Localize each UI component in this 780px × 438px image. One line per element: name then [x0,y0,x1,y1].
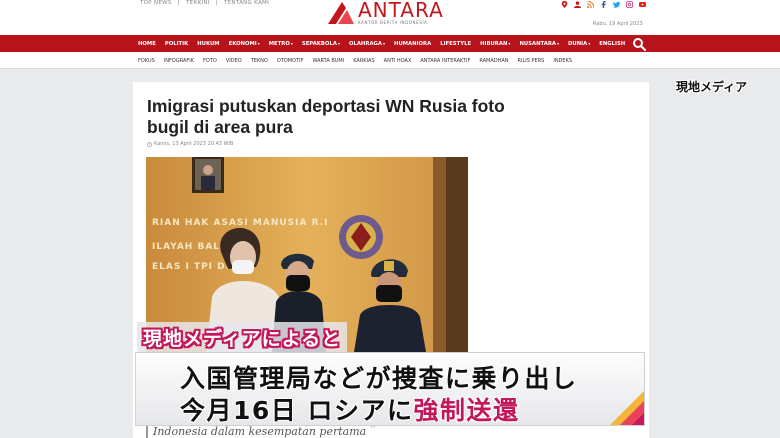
nav-item-olahraga[interactable]: OLAHRAGA▾ [349,41,385,47]
twitter-icon[interactable] [613,1,620,8]
caption-line-2: 今月16日 ロシアに強制送還 [180,391,520,427]
photo-sign-text-1: RIAN HAK ASASI MANUSIA R.I [152,218,328,228]
chevron-down-icon: ▾ [290,40,293,46]
nav-item-label: HUKUM [197,40,220,47]
top-link-terkini[interactable]: TERKINI [186,0,210,6]
nav-item-english[interactable]: ENGLISH [599,41,625,47]
nav-item-label: OLAHRAGA [348,40,382,47]
nav-item-hukum[interactable]: HUKUM [197,41,219,47]
nav-item-label: METRO [268,40,290,47]
nav-item-humaniora[interactable]: HUMANIORA [394,41,431,47]
logo-wordmark: ANTARA [358,0,444,22]
nav-item-label: DUNIA [568,40,588,47]
subnav-item-otomotif[interactable]: OTOMOTIF [277,58,304,64]
subnav-item-antara-interaktif[interactable]: ANTARA INTERAKTIF [420,58,470,64]
social-links [561,1,646,8]
photo-sign-text-2: ILAYAH BALI [152,242,224,252]
instagram-icon[interactable] [626,1,633,8]
caption-line-2-accent: 強制送還 [413,396,520,425]
subnav-item-karkias[interactable]: KARKIAS [353,58,374,64]
caption-source-text: 現地メディアによると [143,327,342,350]
nav-item-metro[interactable]: METRO▾ [269,41,293,47]
top-link-separator: | [177,0,180,6]
subnav-item-infografik[interactable]: INFOGRAFIK [164,58,194,64]
subnav-item-video[interactable]: VIDEO [226,58,242,64]
subnav-item-anti-hoax[interactable]: ANTI HOAX [384,58,412,64]
caption-source: 現地メディアによると [137,322,348,352]
chevron-down-icon: ▾ [508,40,511,46]
chevron-down-icon: ▾ [337,40,340,46]
chevron-down-icon: ▾ [383,40,386,46]
subnav-item-foto[interactable]: FOTO [203,58,217,64]
nav-item-label: HOME [138,40,156,47]
caption-line-1: 入国管理局などが捜査に乗り出し [180,364,578,393]
caption-line-2-prefix: 今月16日 ロシアに [180,396,414,425]
chevron-down-icon: ▾ [557,40,560,46]
nav-item-label: SEPAKBOLA [301,40,337,47]
main-nav: HOME POLITIK HUKUM EKONOMI▾ METRO▾ SEPAKBOLA▾… [0,35,780,52]
nav-item-hiburan[interactable]: HIBURAN▾ [480,41,510,47]
subnav-item-rilis-pers[interactable]: RILIS PERS [518,58,545,64]
subnav-item-tekno[interactable]: TEKNO [251,58,268,64]
photo-sign-text-3: ELAS I TPI DE [152,262,233,272]
nav-item-label: HIBURAN [480,40,508,47]
nav-item-lifestyle[interactable]: LIFESTYLE [440,41,471,47]
caption-main: 入国管理局などが捜査に乗り出し 今月16日 ロシアに強制送還 [135,352,645,426]
chevron-down-icon: ▾ [588,40,591,46]
nav-item-label: EKONOMI [228,40,257,47]
nav-item-label: ENGLISH [599,40,626,47]
chevron-down-icon: ▾ [257,40,260,46]
top-links: TOP NEWS | TERKINI | TENTANG KAMI [140,0,273,6]
antara-logo-mark-icon [328,2,354,24]
clock-icon [147,141,152,147]
user-icon[interactable] [574,1,581,8]
antara-logo[interactable]: ANTARA KANTOR BERITA INDONESIA [326,0,444,30]
nav-item-sepakbola[interactable]: SEPAKBOLA▾ [302,41,340,47]
subnav-item-ramadhan[interactable]: RAMADHAN [479,58,508,64]
sub-nav: FOKUS INFOGRAFIK FOTO VIDEO TEKNO OTOMOTIF WAR… [0,52,780,69]
caption-corner-decoration-icon [610,391,644,425]
top-link-news[interactable]: TOP NEWS [140,0,172,6]
nav-item-label: NUSANTARA [519,40,556,47]
subnav-item-warta-bumi[interactable]: WARTA BUMI [312,58,344,64]
facebook-icon[interactable] [600,1,607,8]
location-icon[interactable] [561,1,568,8]
subnav-item-indeks[interactable]: INDEKS [553,58,572,64]
search-icon[interactable] [632,37,646,51]
top-link-about[interactable]: TENTANG KAMI [224,0,269,6]
article-byline: Kamis, 13 April 2023 20:43 WIB [147,141,233,147]
nav-item-dunia[interactable]: DUNIA▾ [568,41,590,47]
subnav-item-fokus[interactable]: FOKUS [138,58,155,64]
nav-item-label: HUMANIORA [394,40,432,47]
nav-item-nusantara[interactable]: NUSANTARA▾ [519,41,559,47]
broadcaster-watermark: 現地メディア [676,80,748,94]
rss-icon[interactable] [587,1,594,8]
main-nav-items: HOME POLITIK HUKUM EKONOMI▾ METRO▾ SEPAKBOLA▾… [138,35,634,52]
nav-item-ekonomi[interactable]: EKONOMI▾ [229,41,260,47]
current-date: Rabu, 19 April 2023 [593,21,643,27]
article-headline: Imigrasi putuskan deportasi WN Rusia fot… [147,96,505,137]
nav-item-politik[interactable]: POLITIK [165,41,188,47]
nav-item-label: LIFESTYLE [440,40,472,47]
sub-nav-items: FOKUS INFOGRAFIK FOTO VIDEO TEKNO OTOMOTIF WAR… [138,52,581,69]
nav-item-label: POLITIK [164,40,189,47]
top-link-separator: | [215,0,218,6]
site-header: TOP NEWS | TERKINI | TENTANG KAMI ANTARA… [0,0,780,35]
immigration-emblem [339,215,383,259]
nav-item-home[interactable]: HOME [138,41,156,47]
article-date: Kamis, 13 April 2023 20:43 WIB [154,141,234,147]
youtube-icon[interactable] [639,1,646,8]
